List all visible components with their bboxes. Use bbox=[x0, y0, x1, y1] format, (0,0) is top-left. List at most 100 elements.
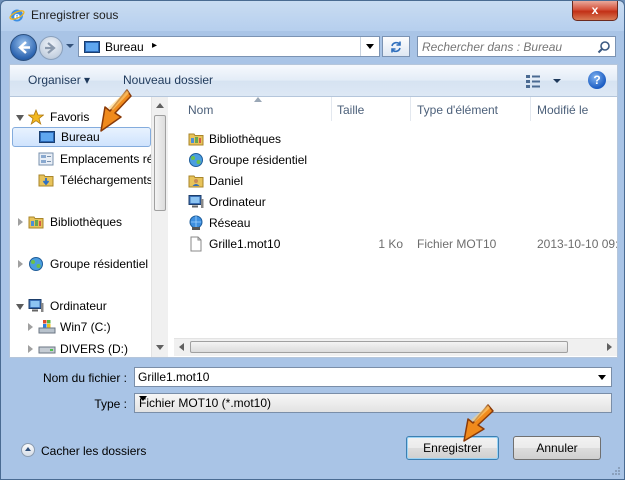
file-type: Fichier MOT10 bbox=[417, 237, 497, 251]
recent-pages-dropdown[interactable] bbox=[65, 41, 75, 51]
title-bar[interactable]: e Enregistrer sous x bbox=[1, 1, 624, 31]
column-header-name[interactable]: Nom bbox=[188, 97, 336, 121]
tree-label: Emplacements récents bbox=[60, 152, 151, 166]
recent-places-icon bbox=[38, 152, 54, 166]
new-folder-button[interactable]: Nouveau dossier bbox=[123, 73, 213, 87]
filename-input[interactable] bbox=[138, 369, 578, 385]
expand-arrow-icon[interactable] bbox=[18, 218, 23, 226]
refresh-icon bbox=[391, 41, 401, 53]
column-label: Modifié le bbox=[537, 103, 589, 117]
window-title: Enregistrer sous bbox=[31, 8, 119, 22]
address-bar[interactable]: Bureau ▸ bbox=[78, 36, 380, 57]
file-list: Nom Taille Type d'élément Modifié le Bib… bbox=[174, 97, 617, 357]
tree-item-computer[interactable]: Ordinateur bbox=[10, 296, 151, 316]
chevron-down-icon[interactable] bbox=[598, 375, 606, 380]
column-header-modified[interactable]: Modifié le bbox=[537, 97, 617, 121]
pointer-arrow-icon bbox=[463, 404, 494, 442]
user-folder-icon bbox=[188, 175, 204, 188]
file-row[interactable]: Réseau bbox=[188, 213, 617, 233]
expand-arrow-icon[interactable] bbox=[28, 345, 33, 353]
filename-field[interactable] bbox=[134, 367, 612, 387]
close-button[interactable]: x bbox=[572, 1, 618, 21]
file-row[interactable]: Daniel bbox=[188, 171, 617, 191]
scrollbar-thumb[interactable] bbox=[190, 341, 568, 353]
file-name: Daniel bbox=[209, 174, 244, 188]
file-row[interactable]: Ordinateur bbox=[188, 192, 617, 212]
search-box[interactable] bbox=[417, 36, 616, 57]
forward-button[interactable] bbox=[39, 36, 63, 60]
file-row[interactable]: Groupe résidentiel bbox=[188, 150, 617, 170]
navigation-pane: Favoris Bureau Emplacements récents bbox=[10, 97, 168, 357]
expand-arrow-icon[interactable] bbox=[16, 115, 24, 121]
file-row[interactable]: Grille1.mot10 1 Ko Fichier MOT10 2013-10… bbox=[188, 234, 617, 254]
collapse-icon bbox=[21, 443, 35, 457]
column-divider[interactable] bbox=[331, 97, 332, 121]
scroll-right-icon[interactable] bbox=[607, 343, 612, 351]
tree-label: Win7 (C:) bbox=[60, 320, 111, 334]
navigation-scrollbar[interactable] bbox=[151, 97, 168, 357]
address-location[interactable]: Bureau bbox=[105, 40, 144, 54]
drive-icon bbox=[38, 346, 56, 354]
column-label: Nom bbox=[188, 103, 214, 117]
file-type-select[interactable]: Fichier MOT10 (*.mot10) bbox=[134, 393, 612, 413]
column-header-type[interactable]: Type d'élément bbox=[417, 97, 532, 121]
search-icon[interactable] bbox=[597, 40, 611, 54]
search-input[interactable] bbox=[422, 38, 594, 55]
tree-label: Favoris bbox=[50, 110, 90, 124]
refresh-button[interactable] bbox=[382, 36, 410, 57]
scrollbar-thumb[interactable] bbox=[154, 115, 166, 211]
tree-label: Téléchargements bbox=[60, 173, 151, 187]
tree-label: Ordinateur bbox=[50, 299, 107, 313]
tree-item-recent-places[interactable]: Emplacements récents bbox=[10, 149, 151, 169]
column-divider[interactable] bbox=[530, 97, 531, 121]
pointer-arrow-icon bbox=[100, 89, 132, 132]
view-options-icon[interactable] bbox=[525, 73, 565, 89]
chevron-down-icon bbox=[366, 44, 374, 49]
file-modified: 2013-10-10 09:5 bbox=[537, 237, 617, 251]
scroll-down-icon[interactable] bbox=[156, 345, 164, 350]
downloads-folder-icon bbox=[38, 174, 54, 187]
file-name: Groupe résidentiel bbox=[209, 153, 308, 167]
expand-arrow-icon[interactable] bbox=[18, 260, 23, 268]
resize-grip-icon[interactable] bbox=[611, 466, 621, 476]
back-button[interactable] bbox=[10, 34, 37, 61]
column-header-size[interactable]: Taille bbox=[337, 97, 412, 121]
scroll-left-icon[interactable] bbox=[179, 343, 184, 351]
filename-label: Nom du fichier : bbox=[42, 371, 127, 385]
tree-item-drive-d[interactable]: DIVERS (D:) bbox=[10, 339, 151, 357]
column-label: Type d'élément bbox=[417, 103, 499, 117]
breadcrumb-chevron-icon[interactable]: ▸ bbox=[152, 40, 157, 51]
organize-button[interactable]: Organiser ▾ bbox=[28, 73, 90, 87]
system-drive-icon bbox=[38, 320, 56, 334]
address-dropdown-button[interactable] bbox=[360, 37, 379, 56]
expand-arrow-icon[interactable] bbox=[28, 323, 33, 331]
scroll-up-icon[interactable] bbox=[156, 103, 164, 108]
help-button[interactable]: ? bbox=[588, 71, 606, 89]
file-name: Grille1.mot10 bbox=[209, 237, 281, 251]
star-icon bbox=[28, 109, 44, 125]
tree-item-drive-c[interactable]: Win7 (C:) bbox=[10, 317, 151, 337]
tree-label: Bibliothèques bbox=[50, 215, 123, 229]
tree-label: Groupe résidentiel bbox=[50, 257, 149, 271]
file-row[interactable]: Bibliothèques bbox=[188, 129, 617, 149]
hide-folders-label: Cacher les dossiers bbox=[41, 444, 147, 458]
file-icon bbox=[190, 236, 202, 252]
expand-arrow-icon[interactable] bbox=[16, 304, 24, 310]
network-icon bbox=[189, 215, 203, 230]
column-divider[interactable] bbox=[410, 97, 411, 121]
desktop-icon bbox=[39, 131, 55, 143]
library-icon bbox=[28, 216, 44, 229]
cancel-button[interactable]: Annuler bbox=[513, 436, 601, 460]
file-list-scrollbar[interactable] bbox=[174, 338, 617, 356]
homegroup-icon bbox=[189, 153, 203, 167]
tree-item-downloads[interactable]: Téléchargements bbox=[10, 170, 151, 190]
chevron-down-icon bbox=[139, 396, 147, 401]
hide-folders-button[interactable]: Cacher les dossiers bbox=[21, 442, 151, 460]
homegroup-icon bbox=[29, 257, 43, 271]
tree-item-homegroup[interactable]: Groupe résidentiel bbox=[10, 254, 151, 274]
file-name: Réseau bbox=[209, 216, 251, 230]
tree-item-libraries[interactable]: Bibliothèques bbox=[10, 212, 151, 232]
library-icon bbox=[188, 133, 204, 146]
internet-explorer-icon: e bbox=[9, 9, 25, 23]
save-as-dialog: e Enregistrer sous x Bureau ▸ Rechercher… bbox=[0, 0, 625, 480]
